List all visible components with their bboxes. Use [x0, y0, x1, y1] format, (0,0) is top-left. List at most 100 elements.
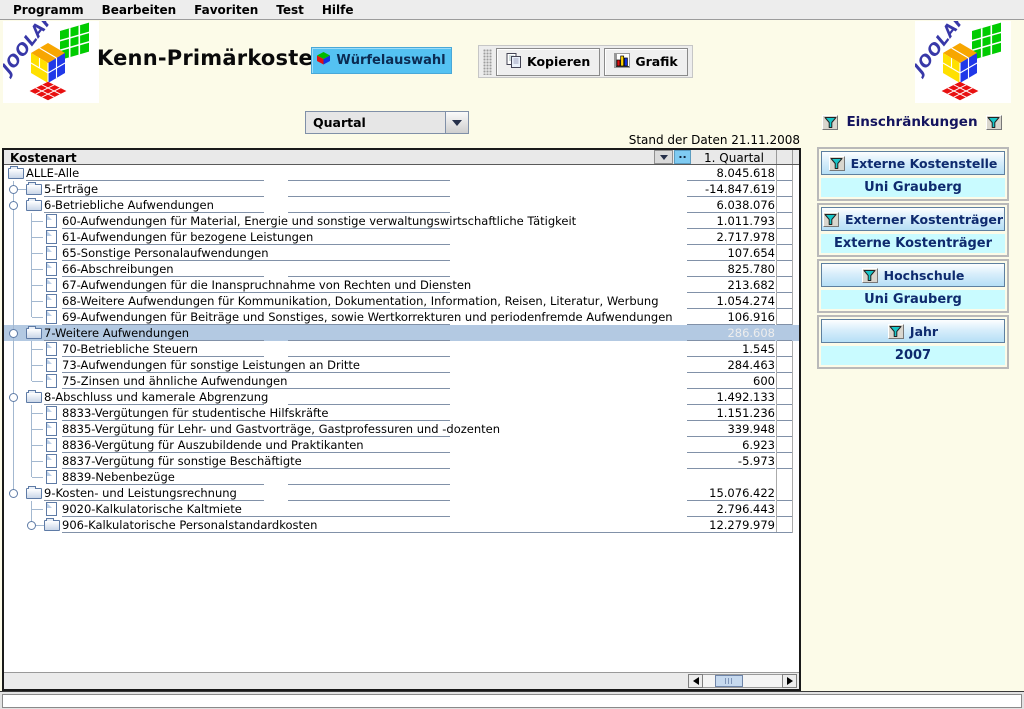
table-row[interactable]: 6-Betriebliche Aufwendungen 6.038.076 [4, 197, 799, 213]
chart-button[interactable]: Grafik [604, 47, 688, 76]
tree-guide-line [13, 229, 14, 245]
tree-guide-line [13, 261, 14, 277]
tree-guide-line [32, 253, 43, 254]
folder-icon [26, 486, 42, 499]
tree-expand-handle[interactable] [9, 185, 18, 194]
row-value: 1.011.793 [716, 214, 775, 228]
table-row[interactable]: 9-Kosten- und Leistungsrechnung 15.076.42… [4, 485, 799, 501]
table-row[interactable]: 68-Weitere Aufwendungen für Kommunikatio… [4, 293, 799, 309]
scrollbar-track[interactable] [703, 674, 782, 688]
table-row[interactable]: ALLE-Alle 8.045.618 [4, 165, 799, 181]
tree-expand-handle[interactable] [9, 329, 18, 338]
table-row[interactable]: 8833-Vergütungen für studentische Hilfsk… [4, 405, 799, 421]
filter-icon [828, 155, 845, 171]
table-row[interactable]: 66-Abschreibungen 825.780 [4, 261, 799, 277]
table-row[interactable]: 75-Zinsen und ähnliche Aufwendungen 600 [4, 373, 799, 389]
folder-icon [26, 390, 42, 403]
scroll-right-button[interactable] [782, 674, 797, 688]
document-icon [46, 230, 57, 244]
menu-item-test[interactable]: Test [267, 3, 313, 17]
table-row[interactable]: 70-Betriebliche Steuern 1.545 [4, 341, 799, 357]
table-row[interactable]: 69-Aufwendungen für Beiträge und Sonstig… [4, 309, 799, 325]
period-combobox-dropdown-button[interactable] [445, 112, 468, 133]
table-row[interactable]: 906-Kalkulatorische Personalstandardkost… [4, 517, 799, 533]
document-icon [46, 246, 57, 260]
tree-expand-handle[interactable] [9, 201, 18, 210]
cost-table: Kostenart .. 1. Quartal ALLE-Alle 8.045.6… [2, 148, 801, 691]
row-value: 213.682 [727, 278, 775, 292]
menu-item-programm[interactable]: Programm [4, 3, 93, 17]
table-row[interactable]: 8-Abschluss und kamerale Abgrenzung 1.492… [4, 389, 799, 405]
toolbar-grip-handle[interactable] [483, 48, 492, 75]
column-header-kostenart[interactable]: Kostenart [10, 151, 77, 165]
menu-item-hilfe[interactable]: Hilfe [313, 3, 363, 17]
row-label: 65-Sonstige Personalaufwendungen [62, 246, 269, 260]
restriction-group-externe-kostenstelle: Externe Kostenstelle Uni Grauberg [817, 147, 1009, 201]
row-label: 66-Abschreibungen [62, 262, 174, 276]
column-expander-button[interactable]: .. [674, 149, 691, 164]
toolbar: Kopieren Grafik [478, 45, 693, 78]
table-row[interactable]: 65-Sonstige Personalaufwendungen 107.654 [4, 245, 799, 261]
restriction-button-jahr[interactable]: Jahr [821, 319, 1005, 343]
menu-item-favoriten[interactable]: Favoriten [185, 3, 267, 17]
row-label: ALLE-Alle [26, 166, 80, 180]
document-icon [46, 358, 57, 372]
tree-guide-line [13, 469, 14, 485]
tree-guide-line [32, 221, 43, 222]
table-row[interactable]: 8839-Nebenbezüge [4, 469, 799, 485]
table-row[interactable]: 5-Erträge -14.847.619 [4, 181, 799, 197]
column-dropdown-button[interactable] [654, 150, 673, 164]
scroll-left-button[interactable] [688, 674, 703, 688]
document-icon [46, 374, 57, 388]
restriction-value: Uni Grauberg [821, 178, 1005, 197]
triangle-right-icon [786, 677, 793, 685]
row-value: 284.463 [727, 358, 775, 372]
table-row[interactable]: 67-Aufwendungen für die Inanspruchnahme … [4, 277, 799, 293]
row-value: 600 [753, 374, 775, 388]
scrollbar-thumb[interactable] [715, 675, 743, 687]
table-row[interactable]: 8836-Vergütung für Auszubildende und Pra… [4, 437, 799, 453]
row-value: 6.038.076 [716, 198, 775, 212]
copy-button[interactable]: Kopieren [496, 47, 601, 76]
tree-guide-line [32, 429, 43, 430]
column-header-quartal[interactable]: 1. Quartal [692, 151, 776, 165]
menu-item-bearbeiten[interactable]: Bearbeiten [93, 3, 186, 17]
tree-guide-line [13, 453, 14, 469]
restriction-button-externer-kostentr-ger[interactable]: Externer Kostenträger [821, 207, 1005, 231]
horizontal-scrollbar[interactable] [688, 674, 797, 688]
copy-label: Kopieren [527, 54, 591, 69]
tree-expand-handle[interactable] [9, 393, 18, 402]
table-row[interactable]: 61-Aufwendungen für bezogene Leistungen 2… [4, 229, 799, 245]
row-value: 6.923 [742, 438, 775, 452]
row-label: 8837-Vergütung für sonstige Beschäftigte [62, 454, 302, 468]
horizontal-scrollbar-strip [4, 672, 799, 689]
restriction-button-externe-kostenstelle[interactable]: Externe Kostenstelle [821, 151, 1005, 175]
copy-icon [506, 52, 522, 71]
table-row[interactable]: 7-Weitere Aufwendungen 286.608 [4, 325, 799, 341]
row-label: 7-Weitere Aufwendungen [44, 326, 190, 340]
restriction-button-hochschule[interactable]: Hochschule [821, 263, 1005, 287]
table-row[interactable]: 8835-Vergütung für Lehr- und Gastvorträg… [4, 421, 799, 437]
tree-expand-handle[interactable] [27, 521, 36, 530]
period-combobox[interactable]: Quartal [305, 111, 469, 134]
tree-guide-line [32, 477, 43, 478]
cube-select-button[interactable]: Würfelauswahl [311, 47, 452, 74]
row-value: 15.076.422 [709, 486, 775, 500]
tree-guide-line [13, 245, 14, 261]
table-row[interactable]: 9020-Kalkulatorische Kaltmiete 2.796.443 [4, 501, 799, 517]
filter-icon[interactable] [985, 114, 1002, 130]
tree-guide-line [32, 445, 43, 446]
restriction-group-hochschule: Hochschule Uni Grauberg [817, 259, 1009, 313]
table-row[interactable]: 73-Aufwendungen für sonstige Leistungen … [4, 357, 799, 373]
table-row[interactable]: 60-Aufwendungen für Material, Energie un… [4, 213, 799, 229]
tree-guide-line [31, 469, 32, 477]
filter-icon[interactable] [822, 114, 839, 130]
restriction-value: Externe Kostenträger [821, 234, 1005, 253]
tree-expand-handle[interactable] [9, 489, 18, 498]
tree-guide-line [32, 365, 43, 366]
table-row[interactable]: 8837-Vergütung für sonstige Beschäftigte… [4, 453, 799, 469]
status-field [2, 694, 1022, 708]
chart-label: Grafik [635, 54, 678, 69]
row-value: 2.717.978 [716, 230, 775, 244]
tree-guide-line [13, 357, 14, 373]
